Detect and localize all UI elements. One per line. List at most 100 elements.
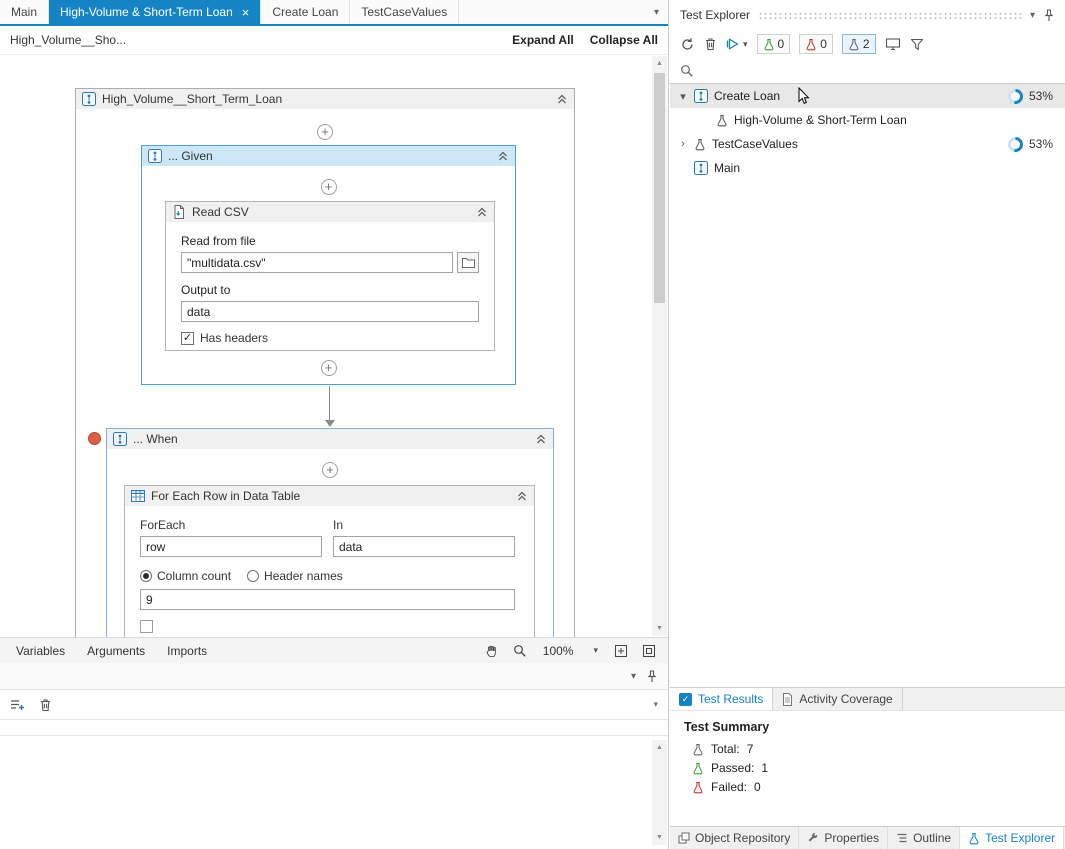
pin-icon[interactable]	[1043, 9, 1055, 22]
column-count-radio[interactable]	[140, 570, 152, 582]
column-count-input[interactable]	[140, 589, 515, 610]
trash-icon	[704, 37, 717, 51]
add-activity-button[interactable]: +	[321, 179, 337, 195]
flask-passed-icon	[692, 762, 704, 775]
tab-test-results[interactable]: ✓ Test Results	[670, 688, 773, 710]
refresh-button[interactable]	[680, 37, 695, 52]
arguments-tab[interactable]: Arguments	[77, 644, 155, 658]
activity-header[interactable]: For Each Row in Data Table	[125, 486, 534, 506]
tree-item-testcasevalues[interactable]: › TestCaseValues 53%	[670, 132, 1065, 156]
zoom-tool-button[interactable]	[507, 644, 533, 658]
has-headers-checkbox[interactable]: ✓	[181, 332, 194, 345]
bottom-panel: ▾ ▾ ▲ ▼	[0, 663, 668, 849]
filter-button[interactable]	[910, 38, 924, 51]
sequence-icon	[82, 92, 96, 106]
activity-header[interactable]: ... When	[107, 429, 553, 449]
search-input[interactable]	[701, 64, 1055, 78]
close-icon[interactable]: ×	[242, 6, 250, 19]
pan-button[interactable]	[479, 644, 505, 658]
scroll-down-arrow[interactable]: ▼	[652, 830, 667, 845]
collapse-icon[interactable]	[476, 206, 488, 218]
collapse-icon[interactable]	[516, 490, 528, 502]
fit-to-screen-button[interactable]	[608, 644, 634, 658]
not-executed-filter-badge[interactable]: 2	[842, 34, 876, 54]
tab-create-loan[interactable]: Create Loan	[261, 0, 350, 24]
delete-item-button[interactable]	[39, 698, 52, 712]
activity-header[interactable]: ... Given	[142, 146, 515, 166]
activity-header[interactable]: High_Volume__Short_Term_Loan	[76, 89, 574, 109]
tab-activity-coverage[interactable]: Activity Coverage	[773, 688, 902, 710]
header-names-radio[interactable]	[247, 570, 259, 582]
variables-tab[interactable]: Variables	[6, 644, 75, 658]
dock-tab-test-explorer[interactable]: Test Explorer	[960, 827, 1064, 849]
activity-foreach-row[interactable]: For Each Row in Data Table ForEach In	[124, 485, 535, 637]
clipped-control[interactable]	[140, 620, 153, 633]
activity-header[interactable]: Read CSV	[166, 202, 494, 222]
add-activity-button[interactable]: +	[321, 360, 337, 376]
collapse-icon[interactable]	[556, 93, 568, 105]
scroll-down-arrow[interactable]: ▼	[652, 621, 667, 636]
sequence-icon	[113, 432, 127, 446]
scroll-up-arrow[interactable]: ▲	[652, 740, 667, 755]
collapse-icon[interactable]	[497, 150, 509, 162]
dock-tab-properties[interactable]: Properties	[799, 827, 888, 849]
activity-given-sequence[interactable]: ... Given + Read CSV Read from file	[141, 145, 516, 385]
designer-canvas[interactable]: High_Volume__Short_Term_Loan + ... Given…	[0, 55, 668, 637]
monitor-icon	[885, 37, 901, 51]
canvas-scrollbar[interactable]: ▲ ▼	[652, 56, 667, 636]
chevron-right-icon[interactable]: ›	[678, 138, 688, 150]
add-item-button[interactable]	[10, 698, 25, 712]
dock-tab-outline[interactable]: Outline	[888, 827, 960, 849]
dock-tab-object-repository[interactable]: Object Repository	[670, 827, 799, 849]
passed-count: 0	[778, 37, 785, 51]
breadcrumb[interactable]: High_Volume__Sho...	[10, 33, 126, 47]
foreach-input[interactable]	[140, 536, 322, 557]
passed-value: 1	[761, 761, 768, 775]
activity-when-sequence[interactable]: ... When + For Each Row in Data Table	[106, 428, 554, 637]
coverage-view-button[interactable]	[885, 37, 901, 51]
chevron-down-icon[interactable]: ▾	[743, 39, 748, 50]
chevron-down-icon[interactable]: ▾	[631, 671, 636, 682]
imports-tab[interactable]: Imports	[157, 644, 217, 658]
output-to-input[interactable]	[181, 301, 479, 322]
collapse-all-button[interactable]: Collapse All	[590, 33, 658, 47]
activity-title: ... When	[133, 432, 178, 446]
drag-grip[interactable]	[758, 12, 1022, 21]
activity-root-sequence[interactable]: High_Volume__Short_Term_Loan + ... Given…	[75, 88, 575, 637]
flask-passed-icon	[763, 38, 775, 51]
breakpoint-indicator[interactable]	[88, 432, 101, 445]
collapse-icon[interactable]	[535, 433, 547, 445]
tree-item-create-loan[interactable]: ▾ Create Loan 53%	[670, 84, 1065, 108]
zoom-reset-button[interactable]	[636, 644, 662, 658]
flask-other-icon	[848, 38, 860, 51]
tree-item-main[interactable]: Main	[670, 156, 1065, 180]
flask-failed-icon	[692, 781, 704, 794]
file-path-input[interactable]	[181, 252, 453, 273]
test-summary-title: Test Summary	[684, 720, 1051, 734]
delete-results-button[interactable]	[704, 37, 717, 51]
tab-high-volume-short-term-loan[interactable]: High-Volume & Short-Term Loan ×	[49, 0, 261, 24]
add-activity-button[interactable]: +	[322, 462, 338, 478]
tab-testcasevalues[interactable]: TestCaseValues	[350, 0, 459, 24]
in-input[interactable]	[333, 536, 515, 557]
pin-icon[interactable]	[646, 670, 658, 683]
chevron-down-icon[interactable]: ▾	[1030, 10, 1035, 21]
failed-filter-badge[interactable]: 0	[799, 34, 833, 54]
browse-file-button[interactable]	[457, 252, 479, 273]
passed-filter-badge[interactable]: 0	[757, 34, 791, 54]
foreach-body: ForEach In Column count	[125, 506, 534, 633]
chevron-down-icon[interactable]: ▾	[653, 699, 658, 710]
tree-item-high-volume[interactable]: High-Volume & Short-Term Loan	[670, 108, 1065, 132]
zoom-level-select[interactable]: 100% ▾	[535, 644, 606, 658]
scroll-up-arrow[interactable]: ▲	[652, 56, 667, 71]
expand-all-button[interactable]: Expand All	[512, 33, 574, 47]
bottom-panel-content[interactable]: ▲ ▼	[0, 736, 668, 849]
add-activity-button[interactable]: +	[317, 124, 333, 140]
scrollbar-thumb[interactable]	[654, 73, 665, 303]
activity-read-csv[interactable]: Read CSV Read from file Output	[165, 201, 495, 351]
tab-main[interactable]: Main	[0, 0, 49, 24]
tab-overflow-chevron-icon[interactable]: ▾	[645, 0, 668, 24]
run-tests-button[interactable]: ▾	[726, 37, 748, 51]
panel-scrollbar[interactable]: ▲ ▼	[652, 740, 667, 845]
chevron-down-icon[interactable]: ▾	[678, 90, 688, 103]
